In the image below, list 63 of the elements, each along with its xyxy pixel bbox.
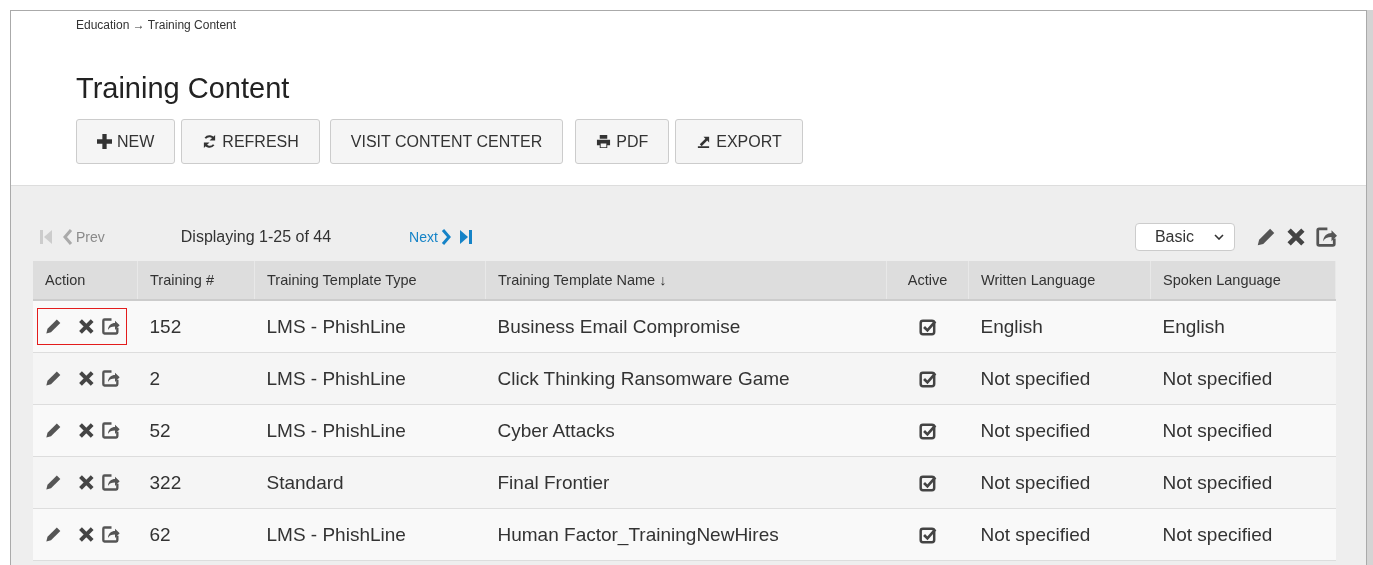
- edit-icon[interactable]: [44, 525, 63, 544]
- chevron-left-icon: [63, 229, 73, 245]
- table-cell: 52: [137, 404, 255, 457]
- share-icon[interactable]: [101, 369, 120, 388]
- table-cell: 62: [137, 508, 255, 561]
- table-cell: English: [968, 300, 1151, 353]
- table-cell: Not specified: [1150, 352, 1336, 405]
- table-cell: Standard: [254, 456, 486, 509]
- table-cell: Not specified: [1150, 404, 1336, 457]
- table-cell: Not specified: [968, 352, 1151, 405]
- view-select[interactable]: Basic: [1135, 223, 1235, 251]
- share-icon[interactable]: [101, 473, 120, 492]
- printer-icon: [596, 134, 612, 149]
- table-cell: Not specified: [968, 456, 1151, 509]
- next-link[interactable]: Next: [409, 229, 451, 245]
- page-title: Training Content: [76, 72, 290, 105]
- breadcrumb: Education → Training Content: [76, 18, 237, 32]
- toolbar-button[interactable]: REFRESH: [181, 119, 320, 164]
- table-cell: LMS - PhishLine: [254, 300, 486, 353]
- table-cell: Not specified: [968, 404, 1151, 457]
- delete-icon[interactable]: [1285, 226, 1307, 248]
- column-header[interactable]: Spoken Language: [1150, 261, 1336, 300]
- edit-icon[interactable]: [44, 473, 63, 492]
- table-cell: 322: [137, 456, 255, 509]
- table-cell: Final Frontier: [485, 456, 887, 509]
- table-cell: LMS - PhishLine: [254, 404, 486, 457]
- table-cell: English: [1150, 300, 1336, 353]
- edit-icon[interactable]: [44, 421, 63, 440]
- caret-icon: [1214, 234, 1224, 240]
- column-header[interactable]: Action: [33, 261, 138, 300]
- table-cell: 2: [137, 352, 255, 405]
- edit-icon[interactable]: [44, 317, 63, 336]
- column-header[interactable]: Written Language: [968, 261, 1151, 300]
- table-cell: Cyber Attacks: [485, 404, 887, 457]
- toolbar-button[interactable]: NEW: [76, 119, 176, 164]
- table-cell: Business Email Compromise: [485, 300, 887, 353]
- table-cell: Not specified: [1150, 456, 1336, 509]
- share-icon[interactable]: [101, 525, 120, 544]
- table-cell: LMS - PhishLine: [254, 352, 486, 405]
- toolbar-button[interactable]: PDF: [575, 119, 670, 164]
- column-header[interactable]: Active: [886, 261, 969, 300]
- refresh-icon: [202, 134, 218, 149]
- plus-icon: [97, 134, 112, 149]
- share-icon[interactable]: [1315, 226, 1337, 248]
- table-cell: Not specified: [968, 508, 1151, 561]
- table-cell: LMS - PhishLine: [254, 508, 486, 561]
- share-icon[interactable]: [101, 421, 120, 440]
- export-icon: [696, 134, 712, 149]
- table-cell: Human Factor_TrainingNewHires: [485, 508, 887, 561]
- chevron-right-icon: [440, 229, 451, 245]
- table-cell: Click Thinking Ransomware Game: [485, 352, 887, 405]
- toolbar-button[interactable]: VISIT CONTENT CENTER: [329, 119, 564, 164]
- column-header[interactable]: Training Template Type: [254, 261, 486, 300]
- table-cell: Not specified: [1150, 508, 1336, 561]
- column-header[interactable]: Training Template Name ↓: [485, 261, 887, 300]
- edit-icon[interactable]: [1255, 226, 1277, 248]
- share-icon[interactable]: [101, 317, 120, 336]
- table-cell: 152: [137, 300, 255, 353]
- page-status: Displaying 1-25 of 44: [180, 228, 332, 246]
- last-page-icon[interactable]: [458, 228, 473, 246]
- column-header[interactable]: Training #: [137, 261, 255, 300]
- toolbar-button[interactable]: EXPORT: [675, 119, 803, 164]
- edit-icon[interactable]: [44, 369, 63, 388]
